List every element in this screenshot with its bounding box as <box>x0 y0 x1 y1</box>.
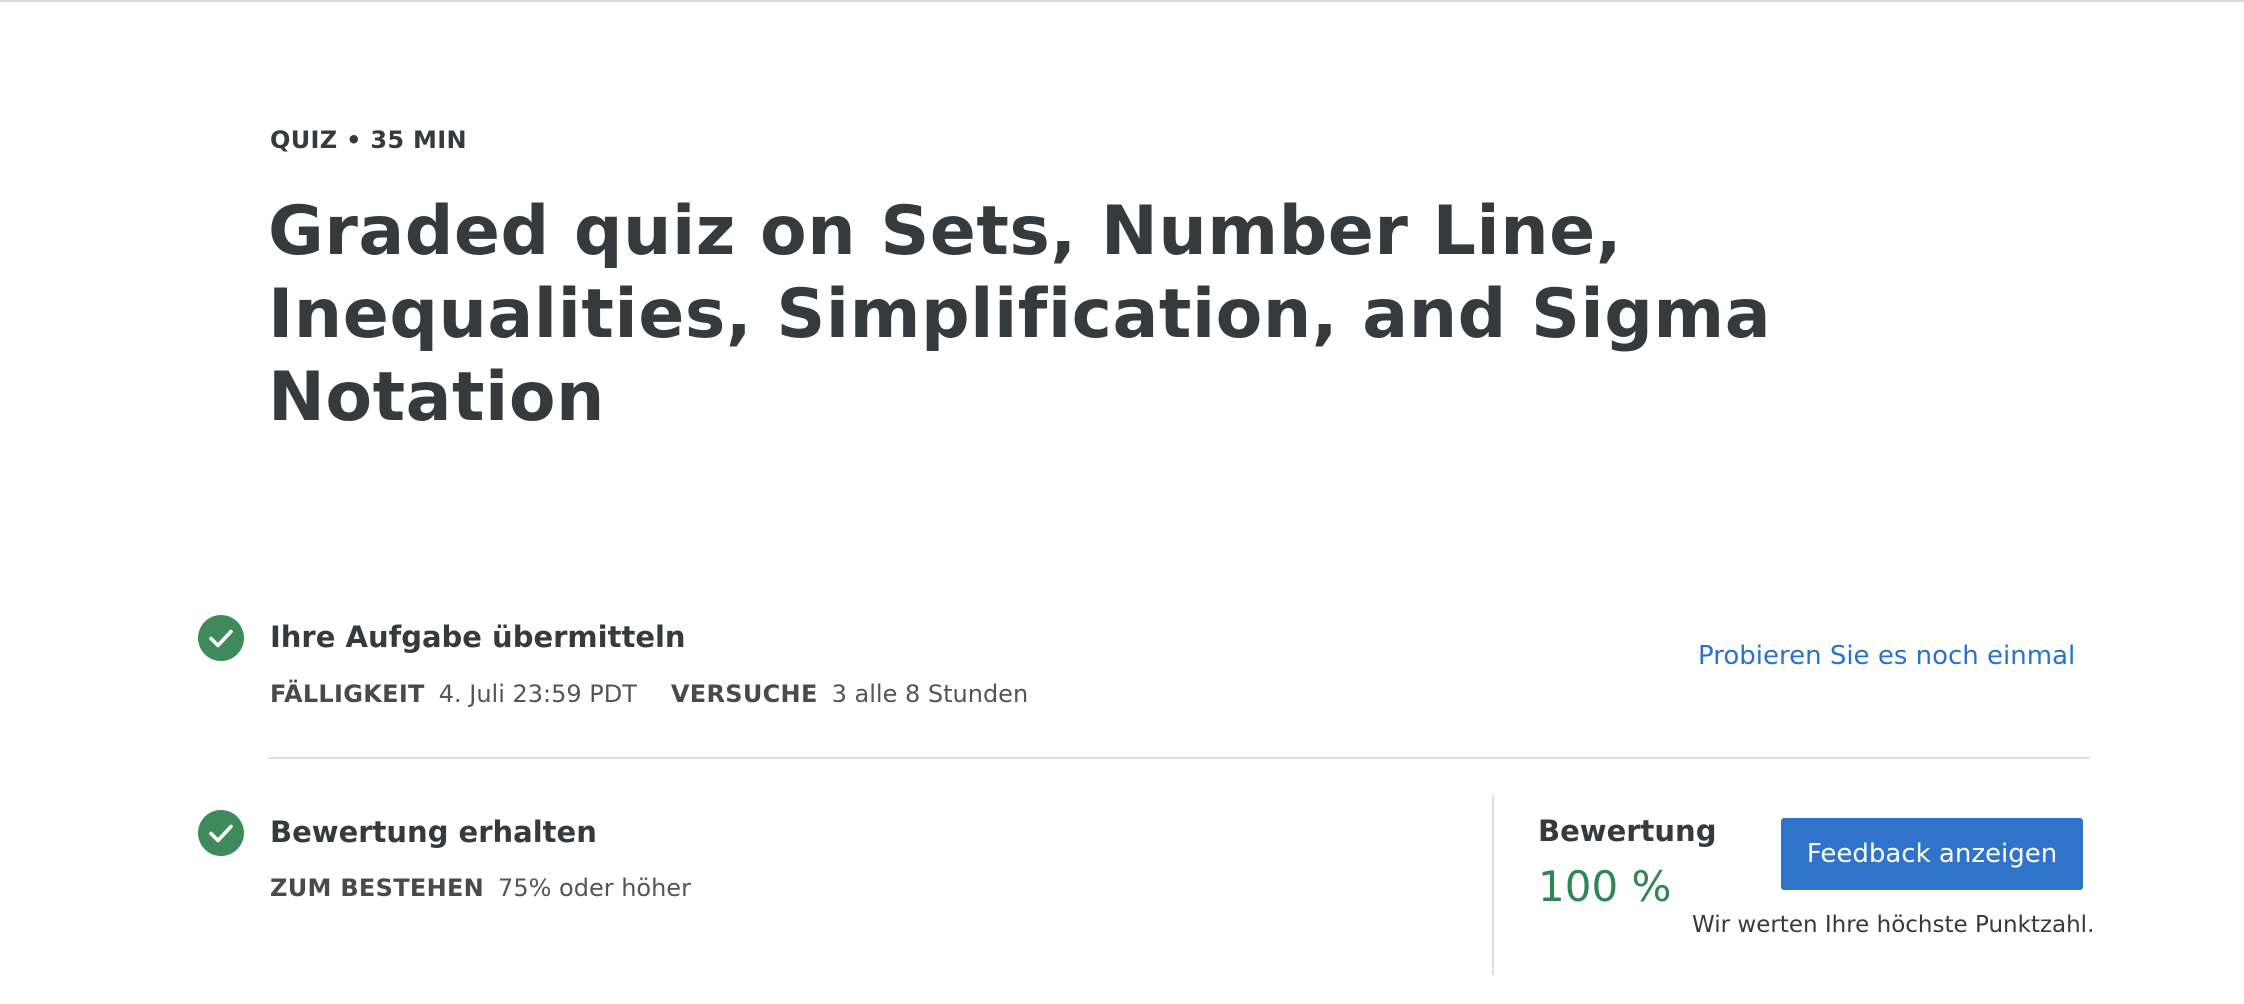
due-value: 4. Juli 23:59 PDT <box>438 680 637 708</box>
top-divider <box>0 0 2244 2</box>
attempts-label: VERSUCHE <box>670 680 818 708</box>
submit-step-meta: FÄLLIGKEIT 4. Juli 23:59 PDT VERSUCHE 3 all… <box>270 680 1062 708</box>
highest-score-note: Wir werten Ihre höchste Punktzahl. <box>1692 912 2095 938</box>
check-circle-icon <box>198 810 244 856</box>
attempts-value: 3 alle 8 Stunden <box>831 680 1029 708</box>
section-divider <box>268 757 2090 759</box>
grade-divider <box>1492 795 1494 975</box>
page-title: Graded quiz on Sets, Number Line, Inequa… <box>268 192 1772 437</box>
grade-step-meta: ZUM BESTEHEN 75% oder höher <box>270 874 725 902</box>
view-feedback-button[interactable]: Feedback anzeigen <box>1781 818 2083 890</box>
check-circle-icon <box>198 615 244 661</box>
try-again-link[interactable]: Probieren Sie es noch einmal <box>1698 641 2075 671</box>
item-type-duration: QUIZ • 35 MIN <box>270 126 467 154</box>
grade-step-title: Bewertung erhalten <box>270 815 597 849</box>
submit-step-title: Ihre Aufgabe übermitteln <box>270 620 686 654</box>
due-label: FÄLLIGKEIT <box>270 680 425 708</box>
grade-value: 100 % <box>1538 862 1672 911</box>
pass-value: 75% oder höher <box>498 874 691 902</box>
pass-label: ZUM BESTEHEN <box>270 874 485 902</box>
grade-label: Bewertung <box>1538 814 1717 848</box>
